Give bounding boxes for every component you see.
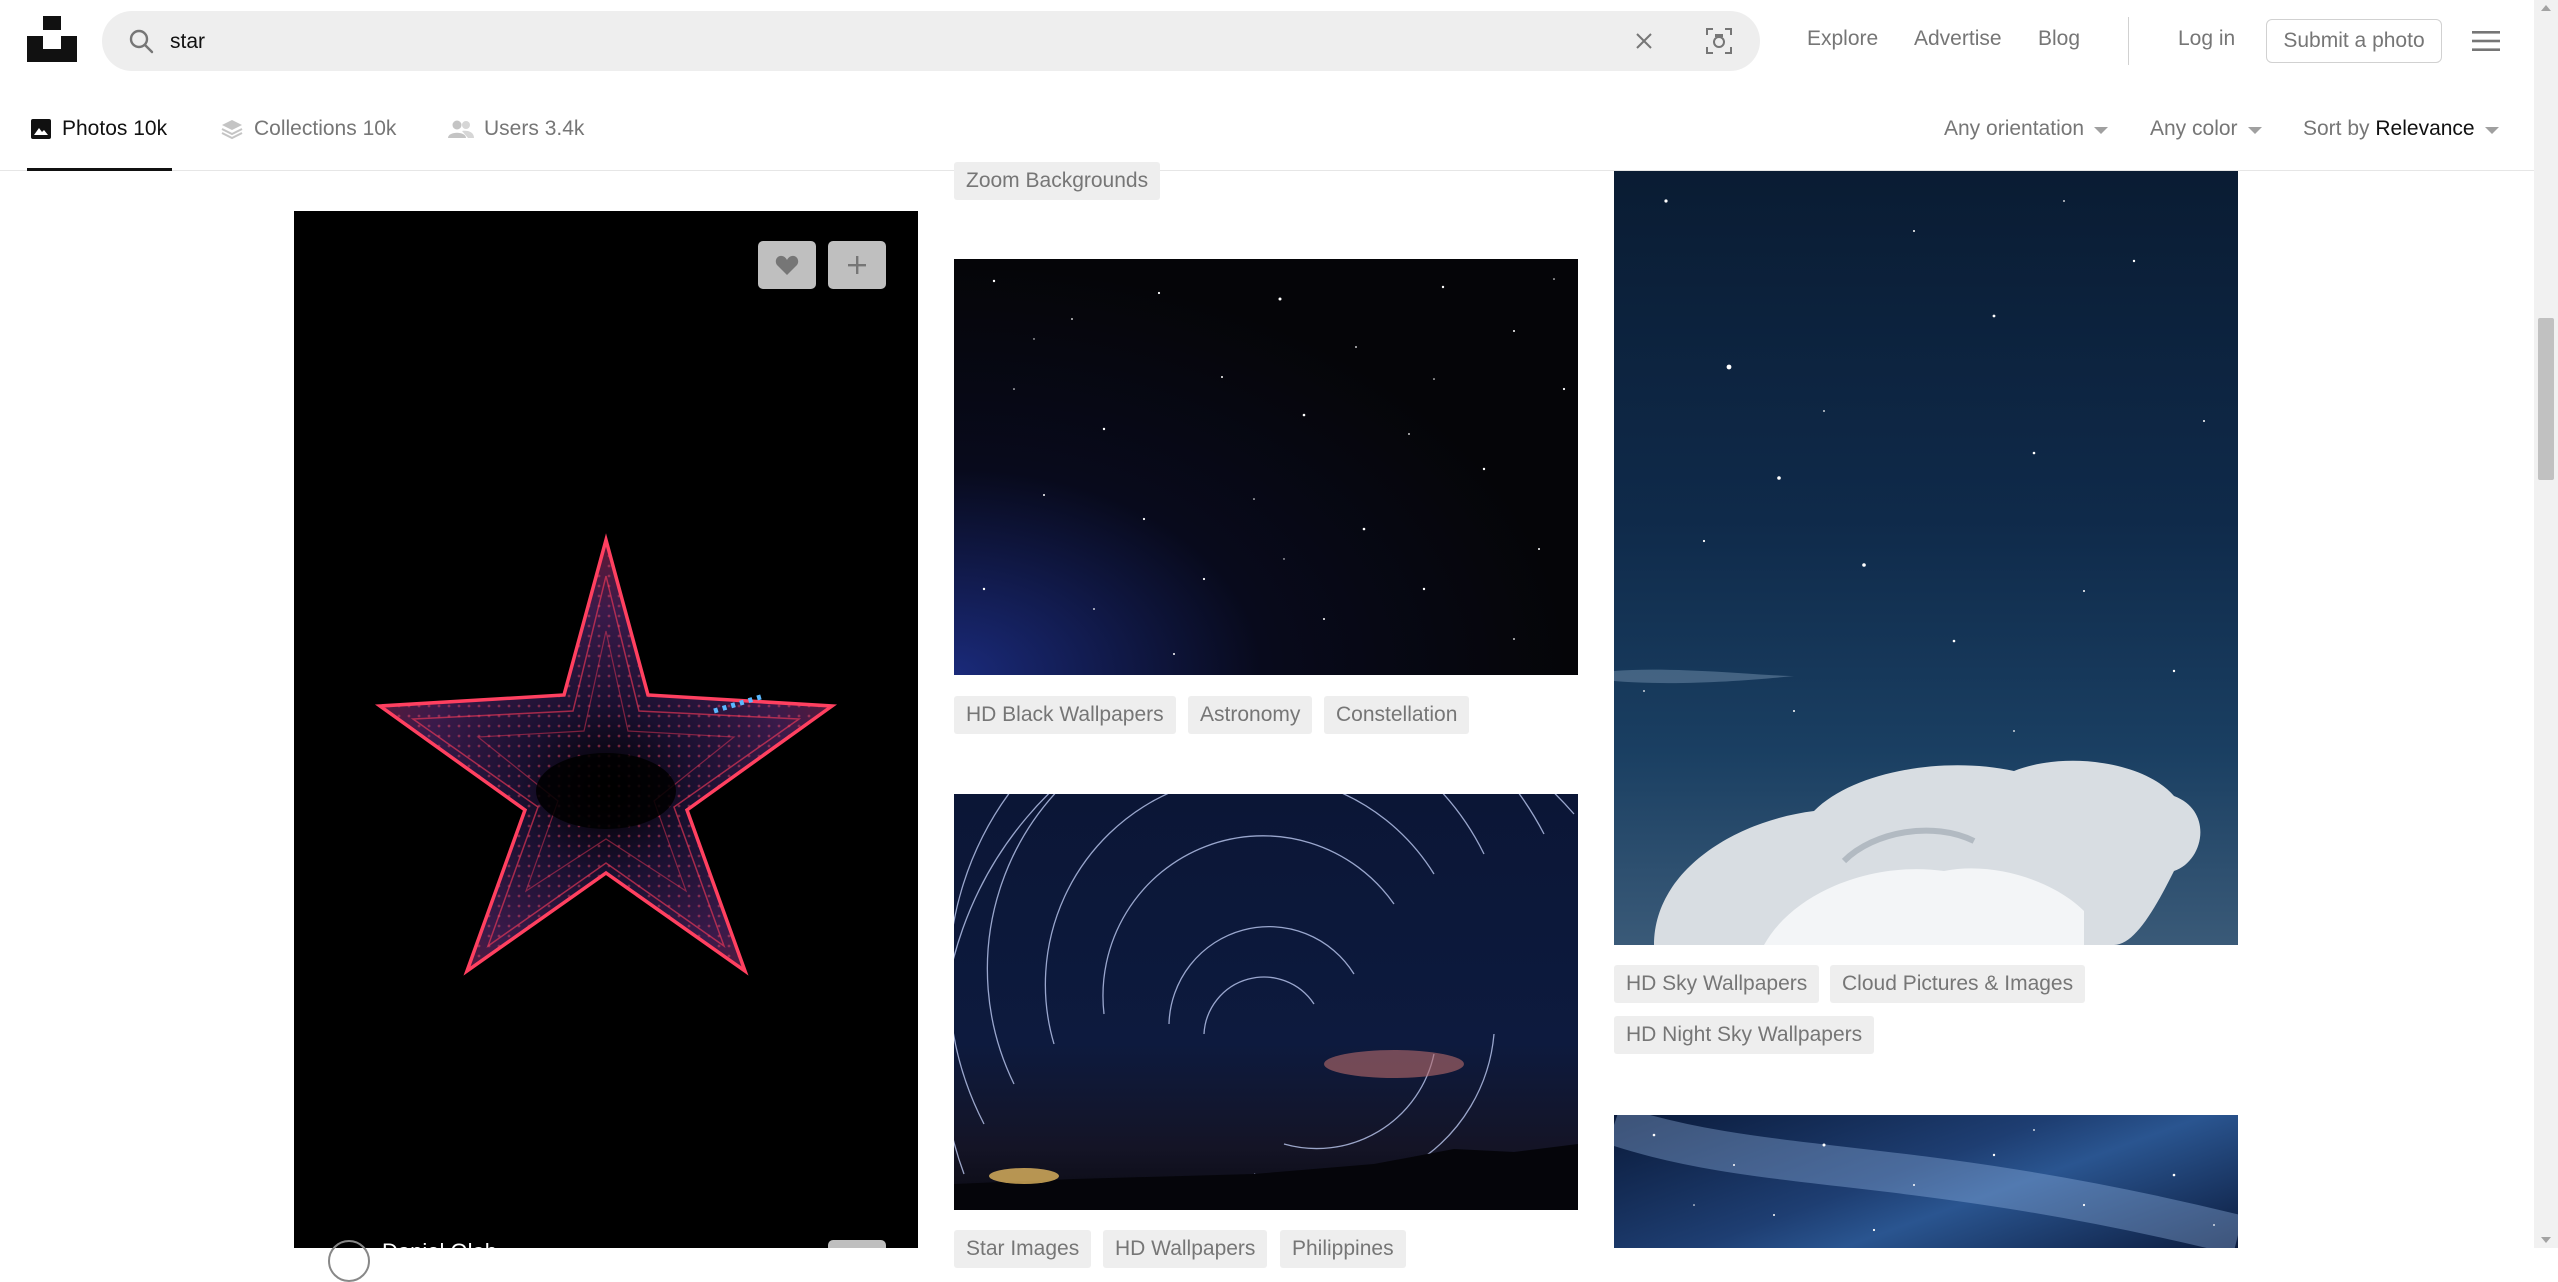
photo-night-sky-clouds[interactable] bbox=[1614, 171, 2238, 945]
scroll-down-arrow-icon[interactable] bbox=[2541, 1237, 2551, 1243]
download-button[interactable] bbox=[828, 1240, 886, 1280]
scroll-up-arrow-icon[interactable] bbox=[2541, 5, 2551, 11]
orientation-label: Any orientation bbox=[1944, 117, 2085, 140]
tag-cloud-pictures-images[interactable]: Cloud Pictures & Images bbox=[1830, 965, 2086, 1003]
sort-value: Relevance bbox=[2375, 117, 2475, 140]
page-scrollbar[interactable] bbox=[2534, 0, 2558, 1248]
tag-zoom-backgrounds[interactable]: Zoom Backgrounds bbox=[954, 162, 1161, 200]
heart-icon bbox=[775, 255, 799, 275]
tab-photos-label: Photos bbox=[62, 117, 128, 140]
starfield-image bbox=[982, 278, 1566, 655]
nav-advertise-link[interactable]: Advertise bbox=[1914, 27, 2002, 51]
top-header: Explore Advertise Blog Log in Submit a p… bbox=[0, 0, 2534, 83]
like-button[interactable] bbox=[758, 241, 816, 289]
tag-astronomy[interactable]: Astronomy bbox=[1188, 696, 1313, 734]
night-sky-image bbox=[1614, 199, 2205, 945]
search-icon[interactable] bbox=[128, 28, 154, 54]
filter-bar: Photos 10k Collections 10k Users 3.4k An… bbox=[0, 83, 2534, 171]
clear-search-icon[interactable] bbox=[1632, 29, 1656, 53]
unsplash-logo-icon[interactable] bbox=[27, 16, 77, 62]
orientation-dropdown[interactable]: Any orientation bbox=[1944, 117, 2109, 141]
active-tab-indicator bbox=[27, 168, 172, 171]
milky-way-image bbox=[1614, 1115, 2238, 1248]
search-input[interactable] bbox=[168, 11, 1672, 73]
chevron-down-icon bbox=[2247, 126, 2262, 134]
chevron-down-icon bbox=[2484, 126, 2499, 134]
tab-users-label: Users bbox=[484, 117, 539, 140]
photo-neon-star[interactable] bbox=[294, 211, 918, 1248]
sort-dropdown[interactable]: Sort by Relevance bbox=[2303, 117, 2499, 141]
add-to-collection-button[interactable] bbox=[828, 241, 886, 289]
photo-star-trails[interactable] bbox=[954, 794, 1578, 1210]
tag-philippines[interactable]: Philippines bbox=[1280, 1230, 1406, 1268]
collections-icon bbox=[221, 120, 243, 140]
tab-users[interactable]: Users 3.4k bbox=[448, 117, 584, 141]
scrollbar-thumb[interactable] bbox=[2538, 318, 2554, 480]
search-bar bbox=[102, 11, 1760, 73]
neon-star-image bbox=[374, 533, 838, 976]
visual-search-icon[interactable] bbox=[1705, 27, 1733, 55]
avatar[interactable] bbox=[328, 1240, 370, 1282]
nav-explore-link[interactable]: Explore bbox=[1807, 27, 1878, 51]
tag-hd-black-wallpapers[interactable]: HD Black Wallpapers bbox=[954, 696, 1176, 734]
hamburger-menu-icon[interactable] bbox=[2472, 30, 2500, 52]
color-dropdown[interactable]: Any color bbox=[2150, 117, 2262, 141]
tag-hd-night-sky-wallpapers[interactable]: HD Night Sky Wallpapers bbox=[1614, 1016, 1875, 1054]
chevron-down-icon bbox=[2094, 126, 2109, 134]
submit-photo-button[interactable]: Submit a photo bbox=[2266, 19, 2442, 63]
photo-icon bbox=[31, 119, 51, 139]
tag-star-images[interactable]: Star Images bbox=[954, 1230, 1092, 1268]
photo-milky-way[interactable] bbox=[1614, 1115, 2238, 1248]
users-icon bbox=[448, 120, 474, 138]
star-trails-image bbox=[954, 794, 1578, 1210]
tag-hd-sky-wallpapers[interactable]: HD Sky Wallpapers bbox=[1614, 965, 1820, 1003]
photo-starfield-black[interactable] bbox=[954, 259, 1578, 675]
tag-constellation[interactable]: Constellation bbox=[1324, 696, 1470, 734]
tab-photos-count: 10k bbox=[133, 117, 168, 140]
photo-author-name[interactable]: Daniel Olah bbox=[382, 1239, 497, 1265]
color-label: Any color bbox=[2150, 117, 2238, 140]
tab-collections-count: 10k bbox=[362, 117, 397, 140]
header-divider bbox=[2128, 17, 2129, 65]
tag-hd-wallpapers[interactable]: HD Wallpapers bbox=[1103, 1230, 1268, 1268]
plus-icon bbox=[848, 256, 866, 274]
tab-users-count: 3.4k bbox=[544, 117, 585, 140]
tab-photos[interactable]: Photos 10k bbox=[30, 117, 167, 141]
nav-blog-link[interactable]: Blog bbox=[2038, 27, 2080, 51]
tab-collections-label: Collections bbox=[254, 117, 357, 140]
login-link[interactable]: Log in bbox=[2178, 27, 2235, 51]
tab-collections[interactable]: Collections 10k bbox=[220, 117, 396, 141]
sort-prefix: Sort by bbox=[2303, 117, 2370, 140]
